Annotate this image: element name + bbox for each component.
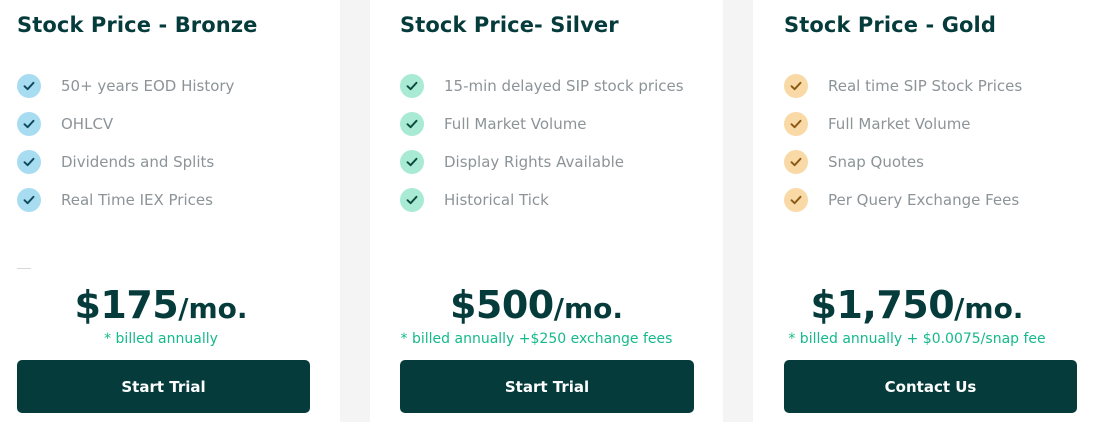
price-amount: $1,750 [810,283,955,327]
check-icon [784,150,808,174]
feature-label: Snap Quotes [828,153,924,171]
feature-label: Real Time IEX Prices [61,191,213,209]
feature-label: Per Query Exchange Fees [828,191,1020,209]
plan-price: $500/mo. [360,283,713,327]
price-amount: $500 [449,283,554,327]
check-icon [784,74,808,98]
feature-label: OHLCV [61,115,114,133]
check-icon [400,150,424,174]
feature-list: 15-min delayed SIP stock prices Full Mar… [400,74,684,226]
feature-label: Full Market Volume [444,115,587,133]
feature-item: Per Query Exchange Fees [784,188,1022,212]
plan-price: $1,750/mo. [744,283,1090,327]
feature-list: Real time SIP Stock Prices Full Market V… [784,74,1022,226]
feature-item: Real Time IEX Prices [17,188,234,212]
feature-label: 50+ years EOD History [61,77,235,95]
check-icon [17,74,41,98]
feature-list: 50+ years EOD History OHLCV Dividends an… [17,74,234,226]
check-icon [17,188,41,212]
feature-item: Display Rights Available [400,150,684,174]
check-icon [17,112,41,136]
check-icon [400,112,424,136]
feature-item: OHLCV [17,112,234,136]
feature-label: Historical Tick [444,191,549,209]
check-icon [784,112,808,136]
contact-us-button[interactable]: Contact Us [784,360,1077,413]
feature-label: Real time SIP Stock Prices [828,77,1023,95]
feature-label: Full Market Volume [828,115,971,133]
feature-item: 50+ years EOD History [17,74,234,98]
billing-note: * billed annually + $0.0075/snap fee [788,331,1046,347]
check-icon [400,74,424,98]
feature-item: Real time SIP Stock Prices [784,74,1022,98]
feature-item: Dividends and Splits [17,150,234,174]
feature-item: 15-min delayed SIP stock prices [400,74,684,98]
feature-item: Historical Tick [400,188,684,212]
plan-title: Stock Price - Bronze [17,13,258,37]
plan-title: Stock Price - Gold [784,13,996,37]
billing-note: * billed annually +$250 exchange fees [400,331,673,347]
price-period: /mo. [954,292,1024,325]
plan-card-silver: Stock Price- Silver 15-min delayed SIP s… [370,0,723,422]
billing-note: * billed annually [104,331,218,347]
feature-item: Full Market Volume [400,112,684,136]
start-trial-button[interactable]: Start Trial [400,360,694,413]
plan-card-bronze: Stock Price - Bronze 50+ years EOD Histo… [0,0,340,422]
pricing-page: Stock Price - Bronze 50+ years EOD Histo… [0,0,1099,422]
feature-label: Dividends and Splits [61,153,215,171]
plan-card-gold: Stock Price - Gold Real time SIP Stock P… [753,0,1099,422]
start-trial-button[interactable]: Start Trial [17,360,310,413]
check-icon [400,188,424,212]
price-period: /mo. [178,292,248,325]
feature-item: Snap Quotes [784,150,1022,174]
divider [17,268,31,269]
feature-label: 15-min delayed SIP stock prices [444,77,684,95]
price-period: /mo. [553,292,624,325]
plan-title: Stock Price- Silver [400,13,619,37]
feature-label: Display Rights Available [444,153,625,171]
check-icon [17,150,41,174]
feature-item: Full Market Volume [784,112,1022,136]
plan-price: $175/mo. [0,283,331,327]
price-amount: $175 [74,283,179,327]
check-icon [784,188,808,212]
